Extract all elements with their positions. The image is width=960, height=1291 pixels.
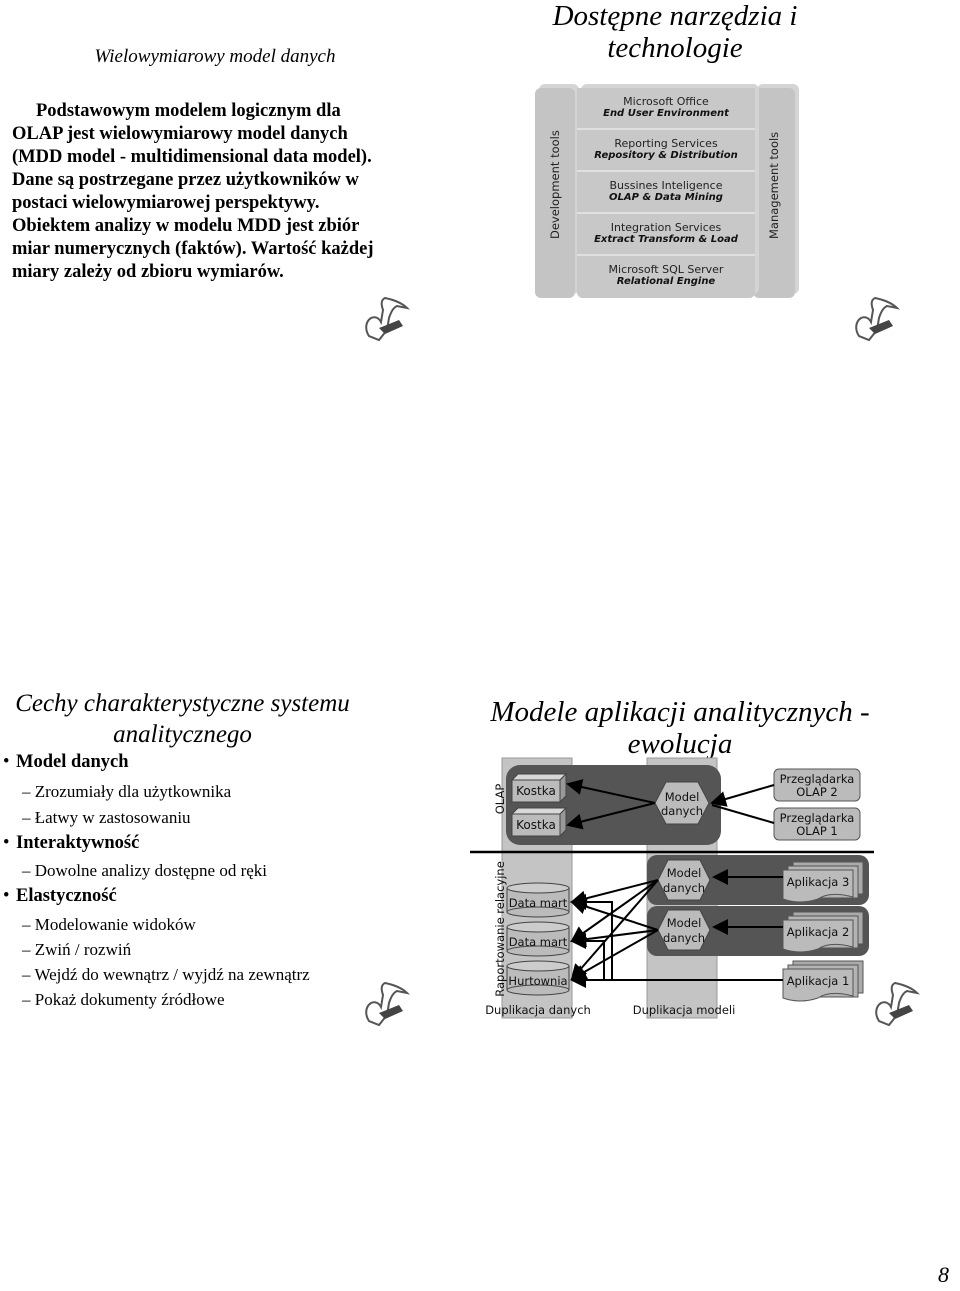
- arrow: [710, 784, 775, 807]
- paragraph-line: OLAP jest wielowymiarowy model danych: [12, 124, 348, 144]
- feature-item: Elastyczność: [3, 886, 117, 907]
- pelican-logo-icon: [365, 981, 411, 1027]
- browser-2-label-1: Przeglądarka: [780, 772, 855, 786]
- paragraph-line: miary zależy od zbioru wymiarów.: [12, 262, 284, 282]
- layer-name: Reporting Services: [614, 137, 718, 150]
- paragraph-line: Podstawowym modelem logicznym dla: [36, 101, 341, 121]
- slide4-title: Modele aplikacji analitycznych - ewolucj…: [480, 696, 880, 760]
- feature-subitem: – Wejdź do wewnątrz / wyjdź na zewnątrz: [22, 965, 310, 984]
- layer-name: Microsoft SQL Server: [608, 263, 724, 276]
- slide2-title-line2: technologie: [607, 32, 743, 64]
- layer-subtitle: Relational Engine: [616, 276, 716, 287]
- slide3-title-line2: analitycznego: [113, 721, 252, 748]
- layer-name: Microsoft Office: [623, 95, 709, 108]
- feature-subitem: – Zrozumiały dla użytkownika: [22, 782, 232, 801]
- datamart1-label: Data mart: [509, 896, 568, 910]
- model-duplication-label: Duplikacja modeli: [633, 1003, 736, 1017]
- stack-layer: Microsoft SQL Server Relational Engine: [577, 256, 755, 298]
- feature-item: Interaktywność: [3, 833, 139, 854]
- arrow: [711, 804, 775, 824]
- slide3-title: Cechy charakterystyczne systemu analityc…: [0, 688, 365, 750]
- paragraph-line: (MDD model - multidimensional data model…: [12, 147, 372, 167]
- development-tools-label: Development tools: [548, 130, 562, 239]
- data-duplication-label: Duplikacja danych: [485, 1003, 591, 1017]
- layer-subtitle: OLAP & Data Mining: [609, 192, 723, 203]
- stack-layer: Microsoft Office End User Environment: [577, 88, 755, 130]
- olap-model-label-2: danych: [661, 804, 703, 818]
- browser-1-label-2: OLAP 1: [796, 824, 838, 838]
- page-number: 8: [938, 1262, 949, 1287]
- slide4-title-line1: Modele aplikacji analitycznych -: [490, 696, 870, 728]
- layer-subtitle: Extract Transform & Load: [594, 234, 738, 245]
- stack-layer: Bussines Inteligence OLAP & Data Mining: [577, 172, 755, 214]
- app1-label: Aplikacja 1: [787, 974, 850, 988]
- slide2-title: Dostępne narzędzia i technologie: [500, 0, 850, 64]
- stack-layer: Integration Services Extract Transform &…: [577, 214, 755, 256]
- layer-subtitle: End User Environment: [603, 108, 729, 119]
- slide1-paragraph: Podstawowym modelem logicznym dla OLAP j…: [12, 100, 432, 284]
- model3-label-2: danych: [663, 881, 705, 895]
- pelican-logo-icon: [855, 296, 901, 342]
- pelican-logo-icon: [875, 981, 921, 1027]
- slide3-title-line1: Cechy charakterystyczne systemu: [15, 690, 350, 717]
- stack-layer: Reporting Services Repository & Distribu…: [577, 130, 755, 172]
- management-tools-column: Management tools: [753, 88, 795, 298]
- paragraph-line: miar numerycznych (faktów). Wartość każd…: [12, 239, 374, 259]
- cube-2-label: Kostka: [516, 818, 556, 832]
- feature-item: Model danych: [3, 752, 129, 773]
- olap-label: OLAP: [493, 784, 507, 815]
- feature-subitem: – Modelowanie widoków: [22, 915, 196, 934]
- feature-subitem: – Dowolne analizy dostępne od ręki: [22, 861, 268, 880]
- slide1-title: Wielowymiarowy model danych: [94, 46, 336, 67]
- warehouse-label: Hurtownia: [508, 974, 567, 988]
- feature-subitem: – Łatwy w zastosowaniu: [22, 808, 191, 827]
- technology-stack: Microsoft Office End User Environment Re…: [577, 88, 755, 298]
- layer-name: Integration Services: [610, 221, 722, 234]
- management-tools-label: Management tools: [767, 131, 781, 239]
- app2-label: Aplikacja 2: [787, 925, 850, 939]
- layer-subtitle: Repository & Distribution: [594, 150, 738, 161]
- model2-label-1: Model: [667, 916, 702, 930]
- model2-label-2: danych: [663, 931, 705, 945]
- relational-reporting-label: Raportowanie relacyjne: [493, 861, 507, 997]
- paragraph-line: Dane są postrzegane przez użytkowników w: [12, 170, 359, 190]
- evolution-diagram: Kostka Kostka Model danych Przeglądarka …: [470, 757, 874, 1019]
- cube-1-label: Kostka: [516, 784, 556, 798]
- browser-1-label-1: Przeglądarka: [780, 811, 855, 825]
- feature-subitem: – Zwiń / rozwiń: [22, 940, 132, 959]
- model-to-storage-arrows: [570, 879, 659, 981]
- paragraph-line: Obiektem analizy w modelu MDD jest zbiór: [12, 216, 360, 236]
- pelican-logo-icon: [365, 296, 411, 342]
- layer-name: Bussines Inteligence: [609, 179, 723, 192]
- app3-label: Aplikacja 3: [787, 875, 850, 889]
- slide2-title-line1: Dostępne narzędzia i: [552, 0, 798, 32]
- browser-2-label-2: OLAP 2: [796, 785, 838, 799]
- paragraph-line: postaci wielowymiarowej perspektywy.: [12, 193, 320, 213]
- olap-model-label-1: Model: [665, 790, 700, 804]
- datamart2-label: Data mart: [509, 935, 568, 949]
- feature-subitem: – Pokaż dokumenty źródłowe: [22, 990, 225, 1009]
- development-tools-column: Development tools: [535, 88, 575, 298]
- model3-label-1: Model: [667, 866, 702, 880]
